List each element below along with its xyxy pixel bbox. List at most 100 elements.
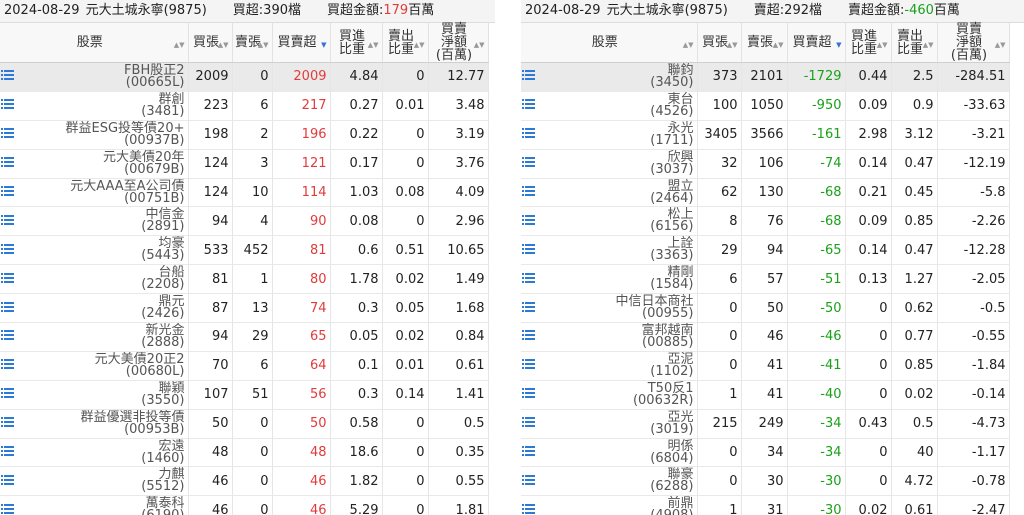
row-icon-cell[interactable] xyxy=(521,409,561,439)
sort-arrows-icon[interactable]: ▲▼ xyxy=(773,39,784,52)
stock-name-cell[interactable]: 永光 (1711) xyxy=(561,120,698,150)
list-menu-icon[interactable] xyxy=(1,243,14,254)
table-row[interactable]: 富邦越南 (00885) 0 46 -46 0 0.77 -0.55 xyxy=(521,322,1010,352)
sort-arrows-icon[interactable]: ▲▼ xyxy=(474,39,485,52)
list-menu-icon[interactable] xyxy=(1,272,14,283)
row-icon-cell[interactable] xyxy=(0,178,40,208)
row-icon-cell[interactable] xyxy=(521,206,561,237)
stock-name-cell[interactable]: 力麒 (5512) xyxy=(40,466,189,497)
stock-name-cell[interactable]: 群創 (3481) xyxy=(40,91,189,121)
stock-name-cell[interactable]: FBH股正2 (00665L) xyxy=(40,62,189,92)
row-icon-cell[interactable] xyxy=(521,120,561,150)
table-row[interactable]: 力麒 (5512) 46 0 46 1.82 0 0.55 xyxy=(0,466,489,497)
table-row[interactable]: 上詮 (3363) 29 94 -65 0.14 0.47 -12.28 xyxy=(521,235,1010,266)
stock-name-cell[interactable]: 前鼎(4908) xyxy=(561,495,698,515)
table-row[interactable]: 精剛 (1584) 6 57 -51 0.13 1.27 -2.05 xyxy=(521,264,1010,295)
row-icon-cell[interactable] xyxy=(521,466,561,497)
list-menu-icon[interactable] xyxy=(522,329,535,341)
table-row[interactable]: 明係 (6804) 0 34 -34 0 40 -1.17 xyxy=(521,438,1010,468)
sort-arrows-icon[interactable]: ▲▼ xyxy=(218,39,229,52)
list-menu-icon[interactable] xyxy=(1,69,14,81)
column-header[interactable]: 買進 比重 ▲▼ xyxy=(330,23,383,63)
column-header[interactable]: 買賣 淨額 (百萬) ▲▼ xyxy=(428,23,489,63)
list-menu-icon[interactable] xyxy=(1,185,14,196)
list-menu-icon[interactable] xyxy=(1,416,14,428)
row-icon-cell[interactable] xyxy=(521,438,561,468)
list-menu-icon[interactable] xyxy=(522,445,535,457)
table-row[interactable]: 中信日本商社 (00955) 0 50 -50 0 0.62 -0.5 xyxy=(521,293,1010,324)
table-row[interactable]: 群益優選非投等債 (00953B) 50 0 50 0.58 0 0.5 xyxy=(0,409,489,439)
stock-name-cell[interactable]: 欣興 (3037) xyxy=(561,149,698,179)
table-row[interactable]: 中信金 (2891) 94 4 90 0.08 0 2.96 xyxy=(0,206,489,237)
row-icon-cell[interactable] xyxy=(0,380,40,410)
row-icon-cell[interactable] xyxy=(0,438,40,468)
list-menu-icon[interactable] xyxy=(1,156,14,168)
stock-name-cell[interactable]: 聯豪 (6288) xyxy=(561,466,698,497)
table-row[interactable]: 元大美債20正2 (00680L) 70 6 64 0.1 0.01 0.61 xyxy=(0,351,489,381)
table-row[interactable]: 元大美債20年 (00679B) 124 3 121 0.17 0 3.76 xyxy=(0,149,489,179)
list-menu-icon[interactable] xyxy=(1,329,14,341)
stock-name-cell[interactable]: 聯鈞 (3450) xyxy=(561,62,698,92)
stock-name-cell[interactable]: 中信日本商社 (00955) xyxy=(561,293,698,324)
row-icon-cell[interactable] xyxy=(0,322,40,352)
list-menu-icon[interactable] xyxy=(522,272,535,283)
row-icon-cell[interactable] xyxy=(0,351,40,381)
column-header[interactable]: 買張 ▲▼ xyxy=(697,23,742,63)
table-row[interactable]: 聯穎 (3550) 107 51 56 0.3 0.14 1.41 xyxy=(0,380,489,410)
column-header[interactable]: 買張 ▲▼ xyxy=(188,23,233,63)
stock-name-cell[interactable]: 精剛 (1584) xyxy=(561,264,698,295)
sort-arrows-icon[interactable]: ▲▼ xyxy=(414,39,425,52)
stock-name-cell[interactable]: 富邦越南 (00885) xyxy=(561,322,698,352)
table-row[interactable]: 萬泰科(6190)460465.2901.81 xyxy=(0,495,489,515)
sort-arrows-icon[interactable]: ▼ xyxy=(321,39,326,52)
stock-name-cell[interactable]: 元大AAA至A公司債 (00751B) xyxy=(40,178,189,208)
list-menu-icon[interactable] xyxy=(1,358,14,370)
column-header[interactable]: 買賣 淨額 (百萬) ▲▼ xyxy=(937,23,1010,63)
row-icon-cell[interactable] xyxy=(521,495,561,515)
table-row[interactable]: 永光 (1711) 3405 3566 -161 2.98 3.12 -3.21 xyxy=(521,120,1010,150)
table-row[interactable]: 群益ESG投等債20+ (00937B) 198 2 196 0.22 0 3.19 xyxy=(0,120,489,150)
stock-name-cell[interactable]: 松上 (6156) xyxy=(561,206,698,237)
row-icon-cell[interactable] xyxy=(521,149,561,179)
list-menu-icon[interactable] xyxy=(1,503,14,514)
table-row[interactable]: 前鼎(4908)131-300.020.61-2.47 xyxy=(521,495,1010,515)
stock-name-cell[interactable]: T50反1 (00632R) xyxy=(561,380,698,410)
sort-arrows-icon[interactable]: ▲▼ xyxy=(174,39,185,52)
table-row[interactable]: 欣興 (3037) 32 106 -74 0.14 0.47 -12.19 xyxy=(521,149,1010,179)
row-icon-cell[interactable] xyxy=(0,466,40,497)
list-menu-icon[interactable] xyxy=(1,98,14,110)
table-row[interactable]: 東台 (4526) 100 1050 -950 0.09 0.9 -33.63 xyxy=(521,91,1010,121)
stock-name-cell[interactable]: 元大美債20正2 (00680L) xyxy=(40,351,189,381)
list-menu-icon[interactable] xyxy=(1,445,14,457)
list-menu-icon[interactable] xyxy=(522,127,535,139)
stock-name-cell[interactable]: 群益ESG投等債20+ (00937B) xyxy=(40,120,189,150)
row-icon-cell[interactable] xyxy=(0,62,40,92)
table-row[interactable]: 鼎元 (2426) 87 13 74 0.3 0.05 1.68 xyxy=(0,293,489,324)
stock-name-cell[interactable]: 群益優選非投等債 (00953B) xyxy=(40,409,189,439)
list-menu-icon[interactable] xyxy=(522,243,535,254)
stock-name-cell[interactable]: 萬泰科(6190) xyxy=(40,495,189,515)
list-menu-icon[interactable] xyxy=(522,474,535,485)
stock-name-cell[interactable]: 盟立 (2464) xyxy=(561,178,698,208)
row-icon-cell[interactable] xyxy=(521,322,561,352)
stock-name-cell[interactable]: 亞泥 (1102) xyxy=(561,351,698,381)
row-icon-cell[interactable] xyxy=(521,91,561,121)
row-icon-cell[interactable] xyxy=(0,149,40,179)
table-row[interactable]: 新光金 (2888) 94 29 65 0.05 0.02 0.84 xyxy=(0,322,489,352)
table-row[interactable]: 聯鈞 (3450) 373 2101 -1729 0.44 2.5 -284.51 xyxy=(521,62,1010,92)
list-menu-icon[interactable] xyxy=(522,503,535,514)
stock-name-cell[interactable]: 上詮 (3363) xyxy=(561,235,698,266)
row-icon-cell[interactable] xyxy=(0,120,40,150)
row-icon-cell[interactable] xyxy=(0,206,40,237)
table-row[interactable]: 群創 (3481) 223 6 217 0.27 0.01 3.48 xyxy=(0,91,489,121)
stock-name-cell[interactable]: 明係 (6804) xyxy=(561,438,698,468)
stock-name-cell[interactable]: 台船 (2208) xyxy=(40,264,189,295)
table-row[interactable]: 松上 (6156) 8 76 -68 0.09 0.85 -2.26 xyxy=(521,206,1010,237)
list-menu-icon[interactable] xyxy=(1,474,14,485)
stock-name-cell[interactable]: 元大美債20年 (00679B) xyxy=(40,149,189,179)
sort-arrows-icon[interactable]: ▲▼ xyxy=(683,39,694,52)
column-header[interactable]: 買賣超 ▼ xyxy=(787,23,846,63)
row-icon-cell[interactable] xyxy=(0,293,40,324)
sort-arrows-icon[interactable]: ▲▼ xyxy=(727,39,738,52)
stock-name-cell[interactable]: 均豪 (5443) xyxy=(40,235,189,266)
